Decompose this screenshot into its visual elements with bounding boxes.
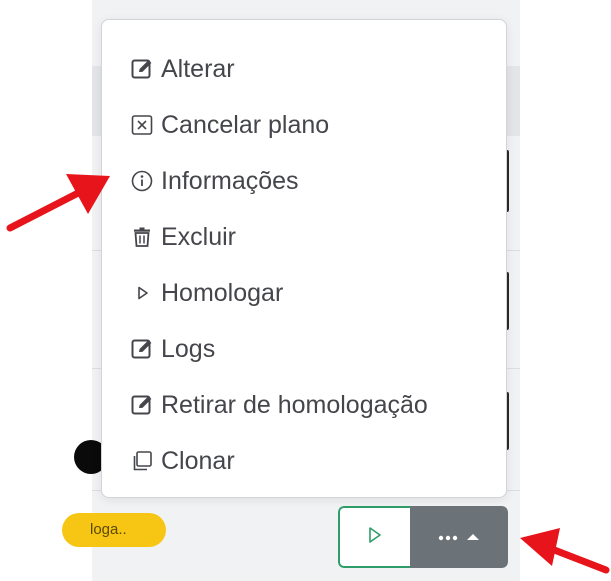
more-actions-toggle-button[interactable]	[410, 506, 508, 568]
menu-item-label: Cancelar plano	[161, 110, 330, 139]
actions-dropdown-menu: Alterar Cancelar plano Informações Exclu…	[101, 19, 507, 498]
play-outline-icon	[366, 525, 384, 550]
menu-item-cancelar-plano[interactable]: Cancelar plano	[130, 107, 329, 143]
menu-item-alterar[interactable]: Alterar	[130, 51, 235, 87]
annotation-arrow-icon	[520, 528, 610, 574]
menu-item-label: Logs	[161, 334, 216, 363]
menu-item-label: Excluir	[161, 222, 237, 251]
menu-item-informacoes[interactable]: Informações	[130, 163, 299, 199]
menu-item-label: Homologar	[161, 278, 284, 307]
menu-item-label: Retirar de homologação	[161, 390, 428, 419]
row-actions-button-group	[338, 506, 508, 568]
menu-item-retirar-de-homologacao[interactable]: Retirar de homologação	[130, 387, 428, 423]
menu-item-logs[interactable]: Logs	[130, 331, 215, 367]
trash-icon	[130, 225, 154, 249]
menu-item-label: Clonar	[161, 446, 235, 475]
close-box-icon	[130, 113, 154, 137]
menu-item-homologar[interactable]: Homologar	[130, 275, 283, 311]
menu-item-label: Informações	[161, 166, 299, 195]
play-icon	[130, 281, 154, 305]
info-icon	[130, 169, 154, 193]
caret-up-icon	[466, 528, 480, 546]
edit-icon	[130, 57, 154, 81]
edit-icon	[130, 337, 154, 361]
play-button[interactable]	[338, 506, 410, 568]
menu-item-excluir[interactable]: Excluir	[130, 219, 236, 255]
copy-icon	[130, 449, 154, 473]
edit-icon	[130, 393, 154, 417]
status-badge: loga..	[62, 513, 166, 547]
more-dots-icon	[438, 528, 458, 546]
menu-item-clonar[interactable]: Clonar	[130, 443, 235, 479]
menu-item-label: Alterar	[161, 54, 235, 83]
